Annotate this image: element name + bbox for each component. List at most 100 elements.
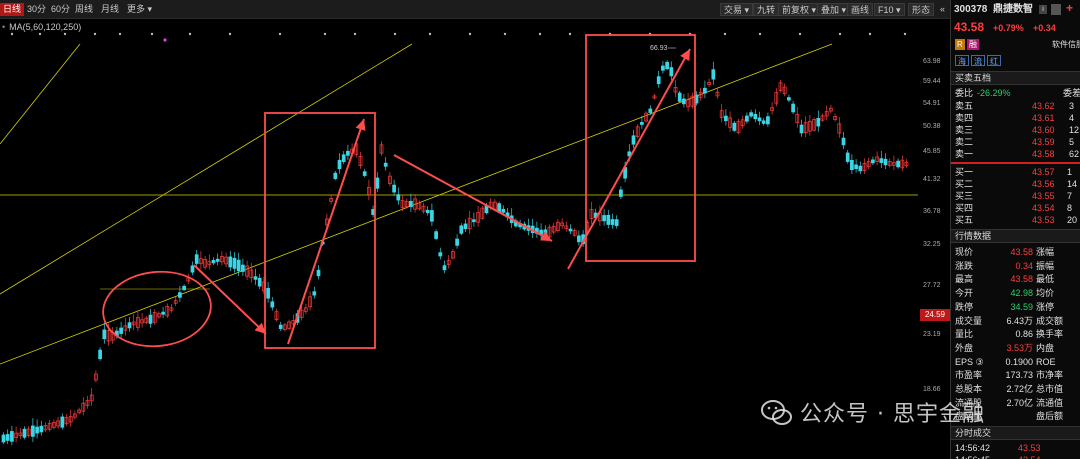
quote-row: 外盘 3.53万 内盘 bbox=[951, 342, 1080, 354]
signal-dot bbox=[63, 32, 67, 36]
tab-monthly[interactable]: 月线 bbox=[98, 3, 122, 16]
tab-daily[interactable]: 日线 bbox=[0, 3, 25, 16]
candle-body bbox=[127, 322, 132, 329]
overlay-button[interactable]: 叠加 ▾ bbox=[817, 3, 851, 16]
quote-label-2: 成交额 bbox=[1036, 315, 1064, 326]
quote-row: 市盈率 173.73 市净率 bbox=[951, 369, 1080, 381]
signal-dot bbox=[568, 32, 572, 36]
bid-price: 43.56 bbox=[1032, 179, 1055, 189]
alert-bell-icon[interactable] bbox=[1051, 4, 1061, 15]
quote-row: 今开 42.98 均价 bbox=[951, 287, 1080, 299]
quote-value: 173.73 bbox=[1005, 370, 1033, 381]
kline-svg: 66.93 bbox=[0, 32, 918, 446]
tag-flow[interactable]: 流 bbox=[971, 55, 985, 66]
arrow-head bbox=[355, 119, 366, 131]
order-book-title[interactable]: 买卖五档 bbox=[951, 71, 1080, 85]
ask-row[interactable]: 卖五 43.62 3 bbox=[951, 100, 1080, 112]
add-watch-icon[interactable]: + bbox=[1066, 2, 1073, 14]
price-tick-label: 27.72 bbox=[923, 282, 941, 289]
trade-button[interactable]: 交易 ▾ bbox=[720, 3, 754, 16]
candle-body bbox=[257, 277, 262, 287]
candle-body bbox=[816, 117, 821, 127]
ask-label: 卖五 bbox=[955, 101, 974, 111]
industry-label[interactable]: 软件信服 bbox=[1052, 39, 1080, 51]
kline-chart[interactable]: 66.93 • MA(5,60,120,250) 63.98 59.44 54.91 5… bbox=[0, 19, 950, 459]
candle-body bbox=[161, 311, 165, 315]
quote-value: 0.34 bbox=[1015, 260, 1033, 271]
ma-legend: • MA(5,60,120,250) bbox=[2, 22, 82, 32]
quote-label: 今开 bbox=[955, 288, 974, 299]
bid-row[interactable]: 买四 43.54 8 bbox=[951, 202, 1080, 214]
pattern-button[interactable]: 形态 bbox=[908, 3, 935, 16]
draw-line-button[interactable]: 画线 bbox=[847, 3, 874, 16]
ask-row[interactable]: 卖一 43.58 62 bbox=[951, 148, 1080, 160]
ask-row[interactable]: 卖二 43.59 5 bbox=[951, 136, 1080, 148]
ask-volume: 3 bbox=[1069, 101, 1075, 111]
quote-value: 0.1900 bbox=[1005, 356, 1033, 367]
f10-button[interactable]: F10 ▾ bbox=[874, 3, 905, 16]
bid-row[interactable]: 买五 43.53 20 bbox=[951, 214, 1080, 226]
ask-row[interactable]: 卖四 43.61 4 bbox=[951, 112, 1080, 124]
candle-body bbox=[438, 252, 443, 257]
bid-price: 43.53 bbox=[1032, 215, 1055, 225]
candle-body bbox=[266, 287, 270, 299]
signal-dot bbox=[868, 32, 872, 36]
ask-volume: 12 bbox=[1069, 125, 1080, 135]
ask-label: 卖四 bbox=[955, 113, 974, 123]
candle-body bbox=[442, 265, 447, 271]
period-toolbar: 日线 30分 60分 周线 月线 更多 ▾ 交易 ▾ 九转 前复权 ▾ 叠加 ▾… bbox=[0, 0, 950, 19]
candle-body bbox=[455, 238, 459, 246]
tag-sea[interactable]: 海 bbox=[955, 55, 969, 66]
candle-body bbox=[194, 254, 199, 264]
candle-body bbox=[896, 160, 900, 168]
candle-body bbox=[757, 117, 762, 122]
quote-row: 成交量 6.43万 成交额 bbox=[951, 315, 1080, 327]
ma-legend-text: MA(5,60,120,250) bbox=[9, 22, 82, 32]
quote-label: 成交量 bbox=[955, 315, 983, 326]
tab-weekly[interactable]: 周线 bbox=[72, 3, 96, 16]
candle-body bbox=[148, 314, 153, 324]
quote-label-2: 涨幅 bbox=[1036, 247, 1055, 257]
adjust-button[interactable]: 前复权 ▾ bbox=[778, 3, 821, 16]
bid-label: 买三 bbox=[955, 191, 974, 201]
candle-body bbox=[22, 428, 27, 438]
tab-30min[interactable]: 30分 bbox=[24, 3, 49, 16]
candle-body bbox=[278, 324, 283, 329]
candle-body bbox=[682, 98, 686, 105]
signal-dot bbox=[150, 32, 154, 36]
signal-dot bbox=[758, 32, 762, 36]
nine-turn-button[interactable]: 九转 bbox=[753, 3, 780, 16]
bid-row[interactable]: 买二 43.56 14 bbox=[951, 178, 1080, 190]
ask-label: 卖二 bbox=[955, 137, 974, 147]
candle-body bbox=[333, 172, 338, 179]
candle-body bbox=[211, 260, 216, 264]
signal-dot bbox=[393, 32, 397, 36]
signal-dot bbox=[163, 38, 167, 42]
quote-label: EPS ③ bbox=[955, 356, 984, 367]
info-icon[interactable]: i bbox=[1039, 5, 1047, 14]
expand-icon[interactable]: « bbox=[937, 3, 948, 16]
candle-body bbox=[35, 426, 39, 434]
ask-price: 43.59 bbox=[1032, 137, 1055, 147]
tab-60min[interactable]: 60分 bbox=[48, 3, 73, 16]
candle-body bbox=[362, 171, 367, 176]
candle-body bbox=[1, 434, 6, 443]
candle-body bbox=[669, 67, 674, 77]
ask-price: 43.62 bbox=[1032, 101, 1055, 111]
quote-value: 3.53万 bbox=[1006, 342, 1033, 353]
ask-row[interactable]: 卖三 43.60 12 bbox=[951, 124, 1080, 136]
price-tick-label: 50.38 bbox=[923, 123, 941, 130]
bid-row[interactable]: 买一 43.57 1 bbox=[951, 166, 1080, 178]
candle-body bbox=[346, 150, 350, 156]
tag-red[interactable]: 红 bbox=[987, 55, 1001, 66]
candle-body bbox=[841, 137, 846, 146]
tab-more[interactable]: 更多 ▾ bbox=[124, 3, 155, 16]
quote-data-title[interactable]: 行情数据 bbox=[951, 229, 1080, 243]
signal-dot bbox=[228, 32, 232, 36]
candle-body bbox=[606, 214, 611, 225]
candle-body bbox=[396, 194, 401, 201]
bid-row[interactable]: 买三 43.55 7 bbox=[951, 190, 1080, 202]
candle-body bbox=[732, 122, 737, 131]
signal-dot bbox=[278, 32, 282, 36]
quote-value: 6.43万 bbox=[1006, 315, 1033, 326]
